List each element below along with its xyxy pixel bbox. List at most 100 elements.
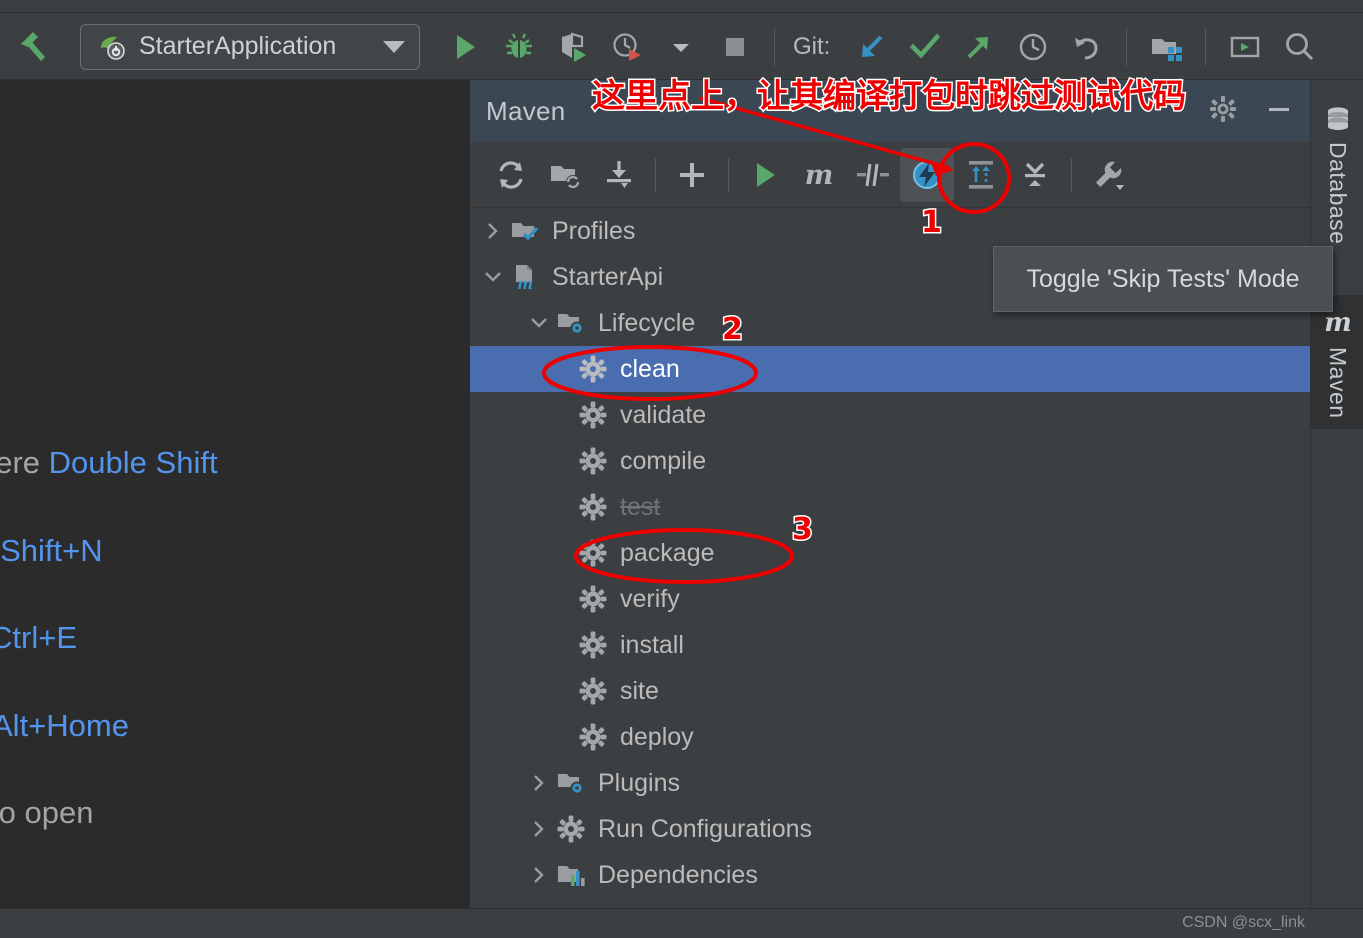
settings-button[interactable] bbox=[1208, 94, 1238, 129]
hint-row-3: Alt+Home bbox=[0, 708, 129, 744]
execute-maven-goal-button[interactable]: m bbox=[792, 148, 846, 202]
checkmark-icon bbox=[910, 33, 941, 58]
tool-window-tab-maven[interactable]: m Maven bbox=[1311, 295, 1363, 429]
right-tool-window-bar: Database m Maven bbox=[1310, 80, 1363, 938]
main-toolbar: StarterApplication Git: bbox=[0, 14, 1363, 80]
hint-row-2: Ctrl+E bbox=[0, 620, 77, 656]
search-everywhere-button[interactable] bbox=[1272, 20, 1326, 74]
gear-icon bbox=[576, 631, 610, 659]
tree-node-label: clean bbox=[620, 354, 680, 383]
tree-node-package[interactable]: package bbox=[470, 530, 1310, 576]
toolbar-divider bbox=[774, 27, 775, 66]
chevron-down-icon[interactable] bbox=[478, 267, 508, 287]
tree-node-clean[interactable]: clean bbox=[470, 346, 1310, 392]
maven-module-icon: m bbox=[508, 262, 542, 292]
gear-icon bbox=[576, 539, 610, 567]
debug-button[interactable] bbox=[492, 20, 546, 74]
tree-node-plugins[interactable]: Plugins bbox=[470, 760, 1310, 806]
git-commit-button[interactable] bbox=[898, 20, 952, 74]
hint-key-1: +Shift+N bbox=[0, 533, 103, 568]
tree-node-validate[interactable]: validate bbox=[470, 392, 1310, 438]
gear-icon bbox=[1210, 95, 1236, 122]
maven-tool-window: Maven m Profiles m StarterApi Lifecycle … bbox=[470, 80, 1310, 938]
undo-arrow-icon bbox=[1075, 37, 1098, 59]
tree-node-label: validate bbox=[620, 400, 707, 429]
maven-toolbar-divider-3 bbox=[1071, 157, 1072, 192]
hint-prefix-4: to open bbox=[0, 795, 94, 830]
skip-tests-tooltip: Toggle 'Skip Tests' Mode bbox=[993, 246, 1333, 312]
chevron-right-icon[interactable] bbox=[478, 221, 508, 241]
watermark: CSDN @scx_link bbox=[1182, 914, 1305, 931]
chevron-right-icon[interactable] bbox=[524, 819, 554, 839]
minimize-button[interactable] bbox=[1264, 94, 1294, 129]
minimize-icon bbox=[1269, 107, 1289, 111]
status-bar bbox=[0, 908, 1363, 938]
tree-node-label: StarterApi bbox=[552, 262, 664, 291]
expand-all-icon bbox=[969, 160, 993, 189]
project-structure-button[interactable] bbox=[1139, 20, 1193, 74]
tree-node-label: Lifecycle bbox=[598, 308, 696, 337]
gear-icon bbox=[576, 585, 610, 613]
tree-node-dependencies[interactable]: Dependencies bbox=[470, 852, 1310, 898]
tree-node-label: Dependencies bbox=[598, 860, 758, 889]
toggle-skip-tests-button[interactable] bbox=[900, 147, 954, 202]
clock-icon bbox=[1020, 33, 1047, 60]
hint-row-0: here Double Shift bbox=[0, 445, 218, 481]
gear-icon bbox=[576, 723, 610, 751]
tree-node-label: site bbox=[620, 676, 659, 705]
git-update-button[interactable] bbox=[844, 20, 898, 74]
tree-node-site[interactable]: site bbox=[470, 668, 1310, 714]
reload-project-button[interactable] bbox=[484, 148, 538, 202]
profile-dropdown-button[interactable] bbox=[654, 20, 708, 74]
arrow-up-right-icon bbox=[967, 36, 989, 58]
download-sources-button[interactable] bbox=[592, 148, 646, 202]
tree-node-verify[interactable]: verify bbox=[470, 576, 1310, 622]
add-maven-projects-button[interactable] bbox=[538, 148, 592, 202]
chevron-down-icon[interactable] bbox=[524, 313, 554, 333]
maven-toolbar: m bbox=[470, 142, 1310, 208]
expand-all-button[interactable] bbox=[954, 148, 1008, 202]
git-push-button[interactable] bbox=[952, 20, 1006, 74]
tool-window-tab-label: Maven bbox=[1325, 347, 1351, 419]
git-rollback-button[interactable] bbox=[1060, 20, 1114, 74]
plus-icon bbox=[680, 162, 704, 187]
hint-key-2: Ctrl+E bbox=[0, 620, 77, 655]
run-maven-build-button[interactable] bbox=[738, 148, 792, 202]
tree-node-run-configurations[interactable]: Run Configurations bbox=[470, 806, 1310, 852]
git-history-button[interactable] bbox=[1006, 20, 1060, 74]
toggle-offline-mode-button[interactable] bbox=[846, 148, 900, 202]
tree-node-deploy[interactable]: deploy bbox=[470, 714, 1310, 760]
ide-window: StarterApplication Git: ere Double Shift… bbox=[0, 0, 1363, 938]
database-icon bbox=[1327, 107, 1348, 131]
chevron-down-icon bbox=[673, 43, 689, 52]
tool-window-tab-database[interactable]: Database bbox=[1311, 94, 1363, 254]
chevron-right-icon[interactable] bbox=[524, 865, 554, 885]
maven-settings-button[interactable] bbox=[1081, 148, 1135, 202]
tool-window-tab-label: Database bbox=[1325, 142, 1351, 245]
tree-node-compile[interactable]: compile bbox=[470, 438, 1310, 484]
tree-node-label: compile bbox=[620, 446, 707, 475]
run-button[interactable] bbox=[438, 20, 492, 74]
profile-button[interactable] bbox=[600, 20, 654, 74]
add-button[interactable] bbox=[665, 148, 719, 202]
coverage-icon bbox=[562, 32, 586, 62]
maven-panel-header: Maven bbox=[470, 80, 1310, 142]
maven-panel-title: Maven bbox=[486, 95, 566, 126]
window-title-strip bbox=[0, 0, 1363, 14]
git-section-label: Git: bbox=[793, 32, 831, 60]
editor-background: here Double Shift +Shift+N Ctrl+E Alt+Ho… bbox=[0, 80, 470, 938]
run-with-coverage-button[interactable] bbox=[546, 20, 600, 74]
tree-node-test[interactable]: test bbox=[470, 484, 1310, 530]
build-project-button[interactable] bbox=[8, 21, 60, 73]
gear-icon bbox=[576, 401, 610, 429]
hint-key-3: Alt+Home bbox=[0, 708, 129, 743]
gear-icon bbox=[576, 355, 610, 383]
play-icon bbox=[757, 162, 775, 187]
chevron-right-icon[interactable] bbox=[524, 773, 554, 793]
maven-toolbar-divider-1 bbox=[655, 157, 656, 192]
run-configuration-selector[interactable]: StarterApplication bbox=[80, 23, 420, 70]
tree-node-install[interactable]: install bbox=[470, 622, 1310, 668]
stop-button[interactable] bbox=[708, 20, 762, 74]
terminal-button[interactable] bbox=[1218, 20, 1272, 74]
collapse-all-button[interactable] bbox=[1008, 148, 1062, 202]
